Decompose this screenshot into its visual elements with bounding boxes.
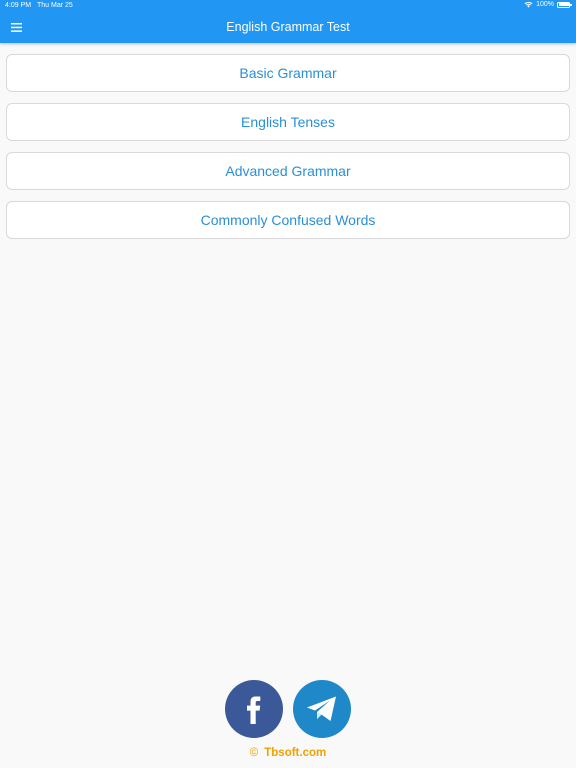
battery-icon — [557, 1, 572, 8]
battery-percent: 100% — [536, 1, 554, 8]
status-date: Thu Mar 25 — [37, 2, 73, 9]
telegram-icon[interactable] — [293, 680, 351, 738]
topic-basic-grammar-button[interactable]: Basic Grammar — [6, 54, 570, 92]
status-right: 100% — [524, 1, 572, 8]
topic-english-tenses-button[interactable]: English Tenses — [6, 103, 570, 141]
page-title: English Grammar Test — [226, 20, 350, 34]
facebook-icon[interactable] — [225, 680, 283, 738]
status-time: 4:09 PM — [5, 2, 32, 9]
topic-list: Basic Grammar English Tenses Advanced Gr… — [6, 54, 570, 250]
wifi-icon — [524, 1, 533, 8]
topic-confused-words-button[interactable]: Commonly Confused Words — [6, 201, 570, 239]
app-header: 4:09 PM Thu Mar 25 100% English Grammar … — [0, 0, 576, 43]
footer-site-link[interactable]: Tbsoft.com — [264, 747, 326, 759]
status-bar: 4:09 PM Thu Mar 25 100% — [0, 0, 576, 12]
social-links — [0, 680, 576, 738]
topic-advanced-grammar-button[interactable]: Advanced Grammar — [6, 152, 570, 190]
copyright-symbol: © — [249, 747, 259, 759]
footer-copyright: © Tbsoft.com — [0, 747, 576, 759]
